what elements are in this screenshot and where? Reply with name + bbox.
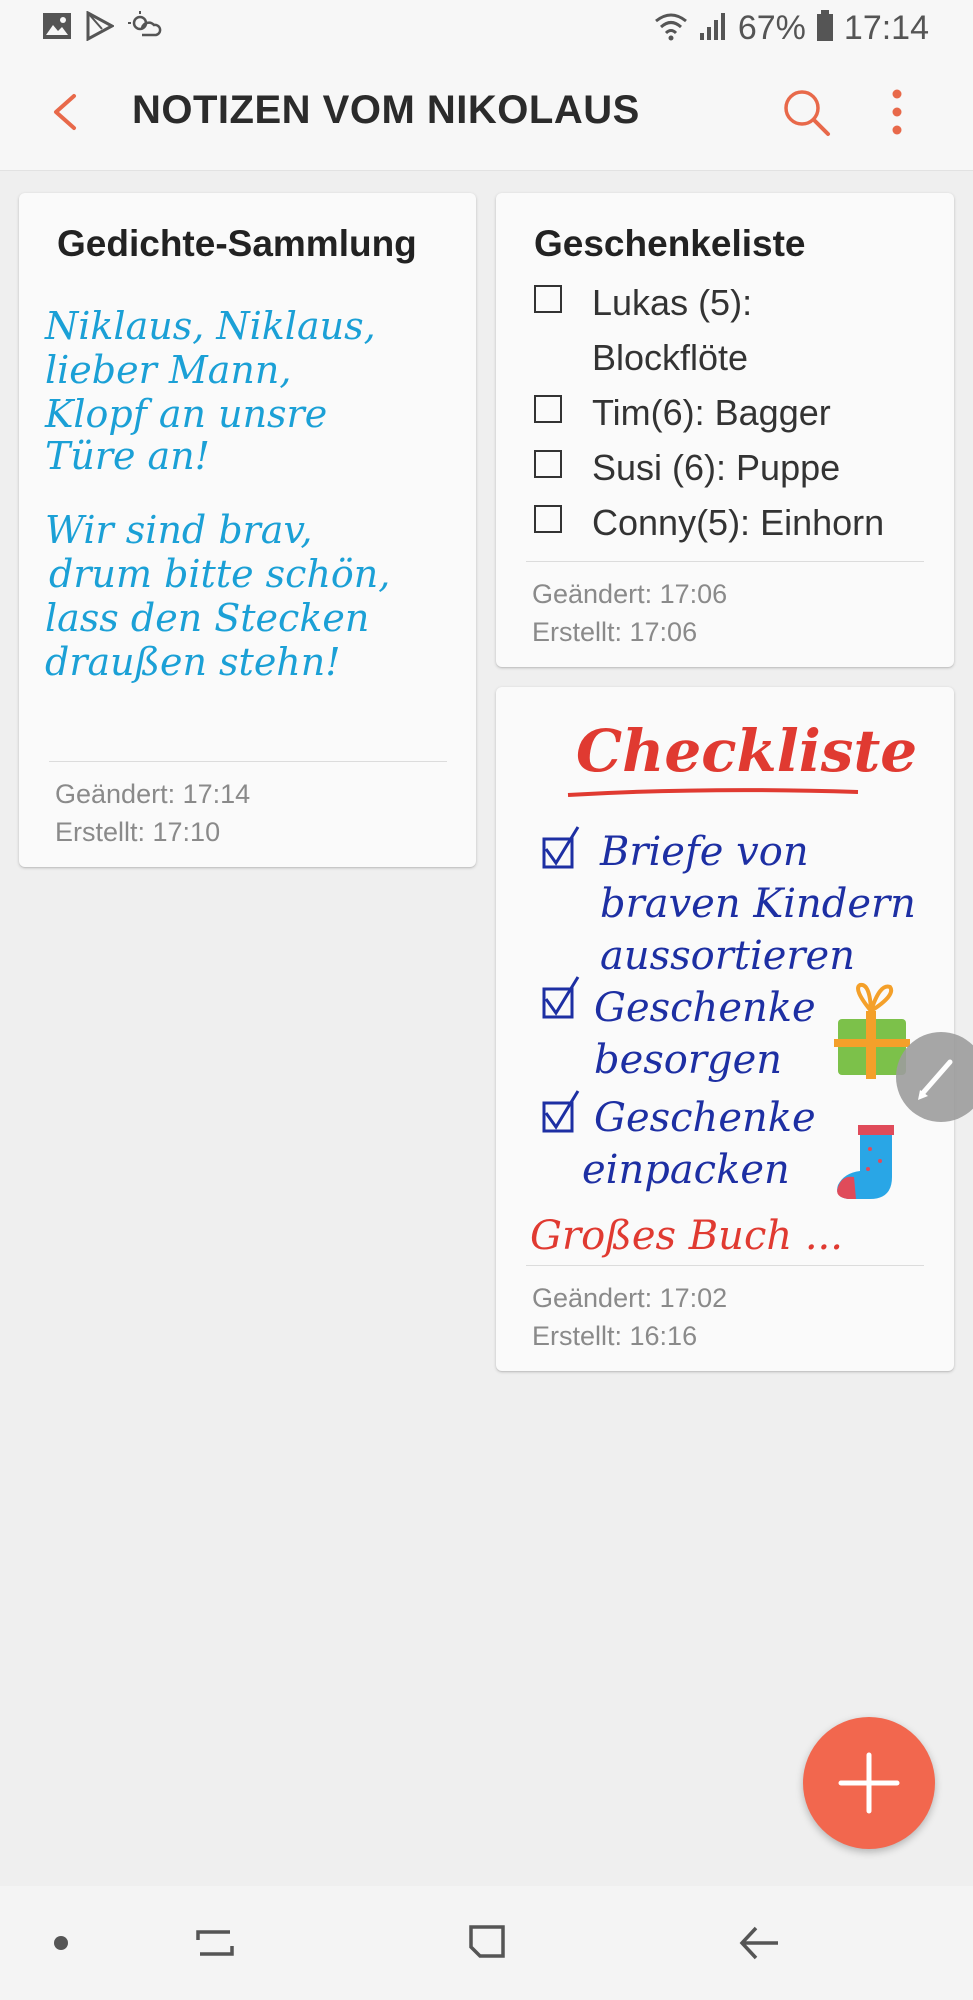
sock-drawing-icon bbox=[837, 1125, 894, 1199]
checklist-line: Briefe von bbox=[599, 829, 809, 875]
play-store-icon bbox=[86, 9, 116, 46]
search-icon bbox=[784, 90, 830, 136]
checklist-item-label: Susi (6): Puppe bbox=[592, 447, 841, 488]
checklist-item-label: Lukas (5): Blockflöte bbox=[592, 282, 753, 378]
divider bbox=[49, 761, 447, 762]
checklist-item[interactable]: Lukas (5): Blockflöte bbox=[534, 275, 912, 385]
checklist-line: einpacken bbox=[582, 1147, 790, 1193]
checkbox[interactable] bbox=[534, 450, 562, 478]
checklist-item-label: Tim(6): Bagger bbox=[592, 392, 831, 433]
weather-icon bbox=[128, 10, 162, 46]
home-icon[interactable] bbox=[462, 1918, 512, 1968]
checklist-item[interactable]: Susi (6): Puppe bbox=[534, 440, 912, 495]
back-nav-icon[interactable] bbox=[734, 1918, 784, 1968]
checklist-item[interactable]: Tim(6): Bagger bbox=[534, 385, 912, 440]
handwritten-checklist: Checkliste Briefe von braven Kindern aus… bbox=[530, 717, 917, 1259]
status-bar: 67% 17:14 bbox=[0, 0, 973, 56]
note-card-gifts[interactable]: Geschenkeliste Lukas (5): Blockflöte Tim… bbox=[496, 193, 954, 667]
poem-line: lass den Stecken bbox=[45, 596, 369, 640]
poem-line: draußen stehn! bbox=[45, 640, 341, 684]
handwritten-poem: Niklaus, Niklaus, lieber Mann, Klopf an … bbox=[44, 304, 390, 684]
modified-time: Geändert: 17:02 bbox=[532, 1283, 728, 1313]
checklist-line-cut: Großes Buch ... bbox=[530, 1213, 843, 1259]
poem-line: Wir sind brav, bbox=[45, 508, 313, 552]
battery-icon bbox=[816, 9, 834, 47]
created-time: Erstellt: 16:16 bbox=[532, 1321, 698, 1351]
app-bar: NOTIZEN VOM NIKOLAUS bbox=[0, 56, 973, 171]
checklist-line: aussortieren bbox=[600, 933, 855, 979]
plus-icon bbox=[838, 1752, 900, 1814]
checklist-line: Geschenke bbox=[594, 1095, 816, 1141]
checkbox[interactable] bbox=[534, 505, 562, 533]
more-options-button[interactable] bbox=[872, 84, 922, 140]
system-nav-bar bbox=[0, 1886, 973, 2000]
add-note-button[interactable] bbox=[803, 1717, 935, 1849]
poem-line: Niklaus, Niklaus, bbox=[44, 304, 376, 348]
checked-box-icon bbox=[542, 826, 580, 869]
wifi-icon bbox=[654, 11, 688, 46]
note-title: Geschenkeliste bbox=[534, 223, 806, 264]
poem-line: Klopf an unsre bbox=[44, 392, 327, 436]
checked-box-icon bbox=[542, 976, 580, 1019]
checklist-line: braven Kindern bbox=[600, 881, 916, 927]
signal-icon bbox=[698, 11, 728, 46]
back-arrow-icon bbox=[54, 94, 76, 130]
more-vert-icon bbox=[892, 89, 902, 135]
checklist-line: Geschenke bbox=[594, 985, 816, 1031]
created-time: Erstellt: 17:10 bbox=[55, 817, 221, 847]
search-button[interactable] bbox=[778, 84, 834, 140]
divider bbox=[526, 1265, 924, 1266]
checklist-item-label: Conny(5): Einhorn bbox=[592, 502, 885, 543]
gallery-icon bbox=[42, 12, 72, 45]
poem-line: Türe an! bbox=[45, 434, 210, 478]
checklist-item[interactable]: Conny(5): Einhorn bbox=[534, 495, 912, 550]
modified-time: Geändert: 17:06 bbox=[532, 579, 728, 609]
checkbox[interactable] bbox=[534, 285, 562, 313]
checked-box-icon bbox=[542, 1090, 580, 1133]
created-time: Erstellt: 17:06 bbox=[532, 617, 698, 647]
pen-handle[interactable] bbox=[896, 1032, 973, 1122]
page-title: NOTIZEN VOM NIKOLAUS bbox=[132, 88, 640, 132]
checklist-line: besorgen bbox=[594, 1037, 782, 1083]
clock: 17:14 bbox=[843, 8, 929, 47]
modified-time: Geändert: 17:14 bbox=[55, 779, 251, 809]
poem-line: lieber Mann, bbox=[45, 348, 291, 392]
checklist-heading: Checkliste bbox=[576, 717, 917, 785]
back-button[interactable] bbox=[40, 82, 100, 142]
pen-icon bbox=[918, 1059, 953, 1100]
recent-apps-icon[interactable] bbox=[190, 1918, 240, 1968]
poem-line: drum bitte schön, bbox=[49, 552, 390, 596]
battery-percent: 67% bbox=[737, 8, 806, 47]
note-card-checklist[interactable]: Checkliste Briefe von braven Kindern aus… bbox=[496, 687, 954, 1371]
note-title: Gedichte-Sammlung bbox=[57, 223, 417, 264]
heading-underline bbox=[567, 788, 859, 797]
note-card-poem[interactable]: Gedichte-Sammlung Niklaus, Niklaus, lieb… bbox=[19, 193, 476, 867]
divider bbox=[526, 561, 924, 562]
dot-icon[interactable] bbox=[46, 1928, 76, 1958]
checkbox[interactable] bbox=[534, 395, 562, 423]
